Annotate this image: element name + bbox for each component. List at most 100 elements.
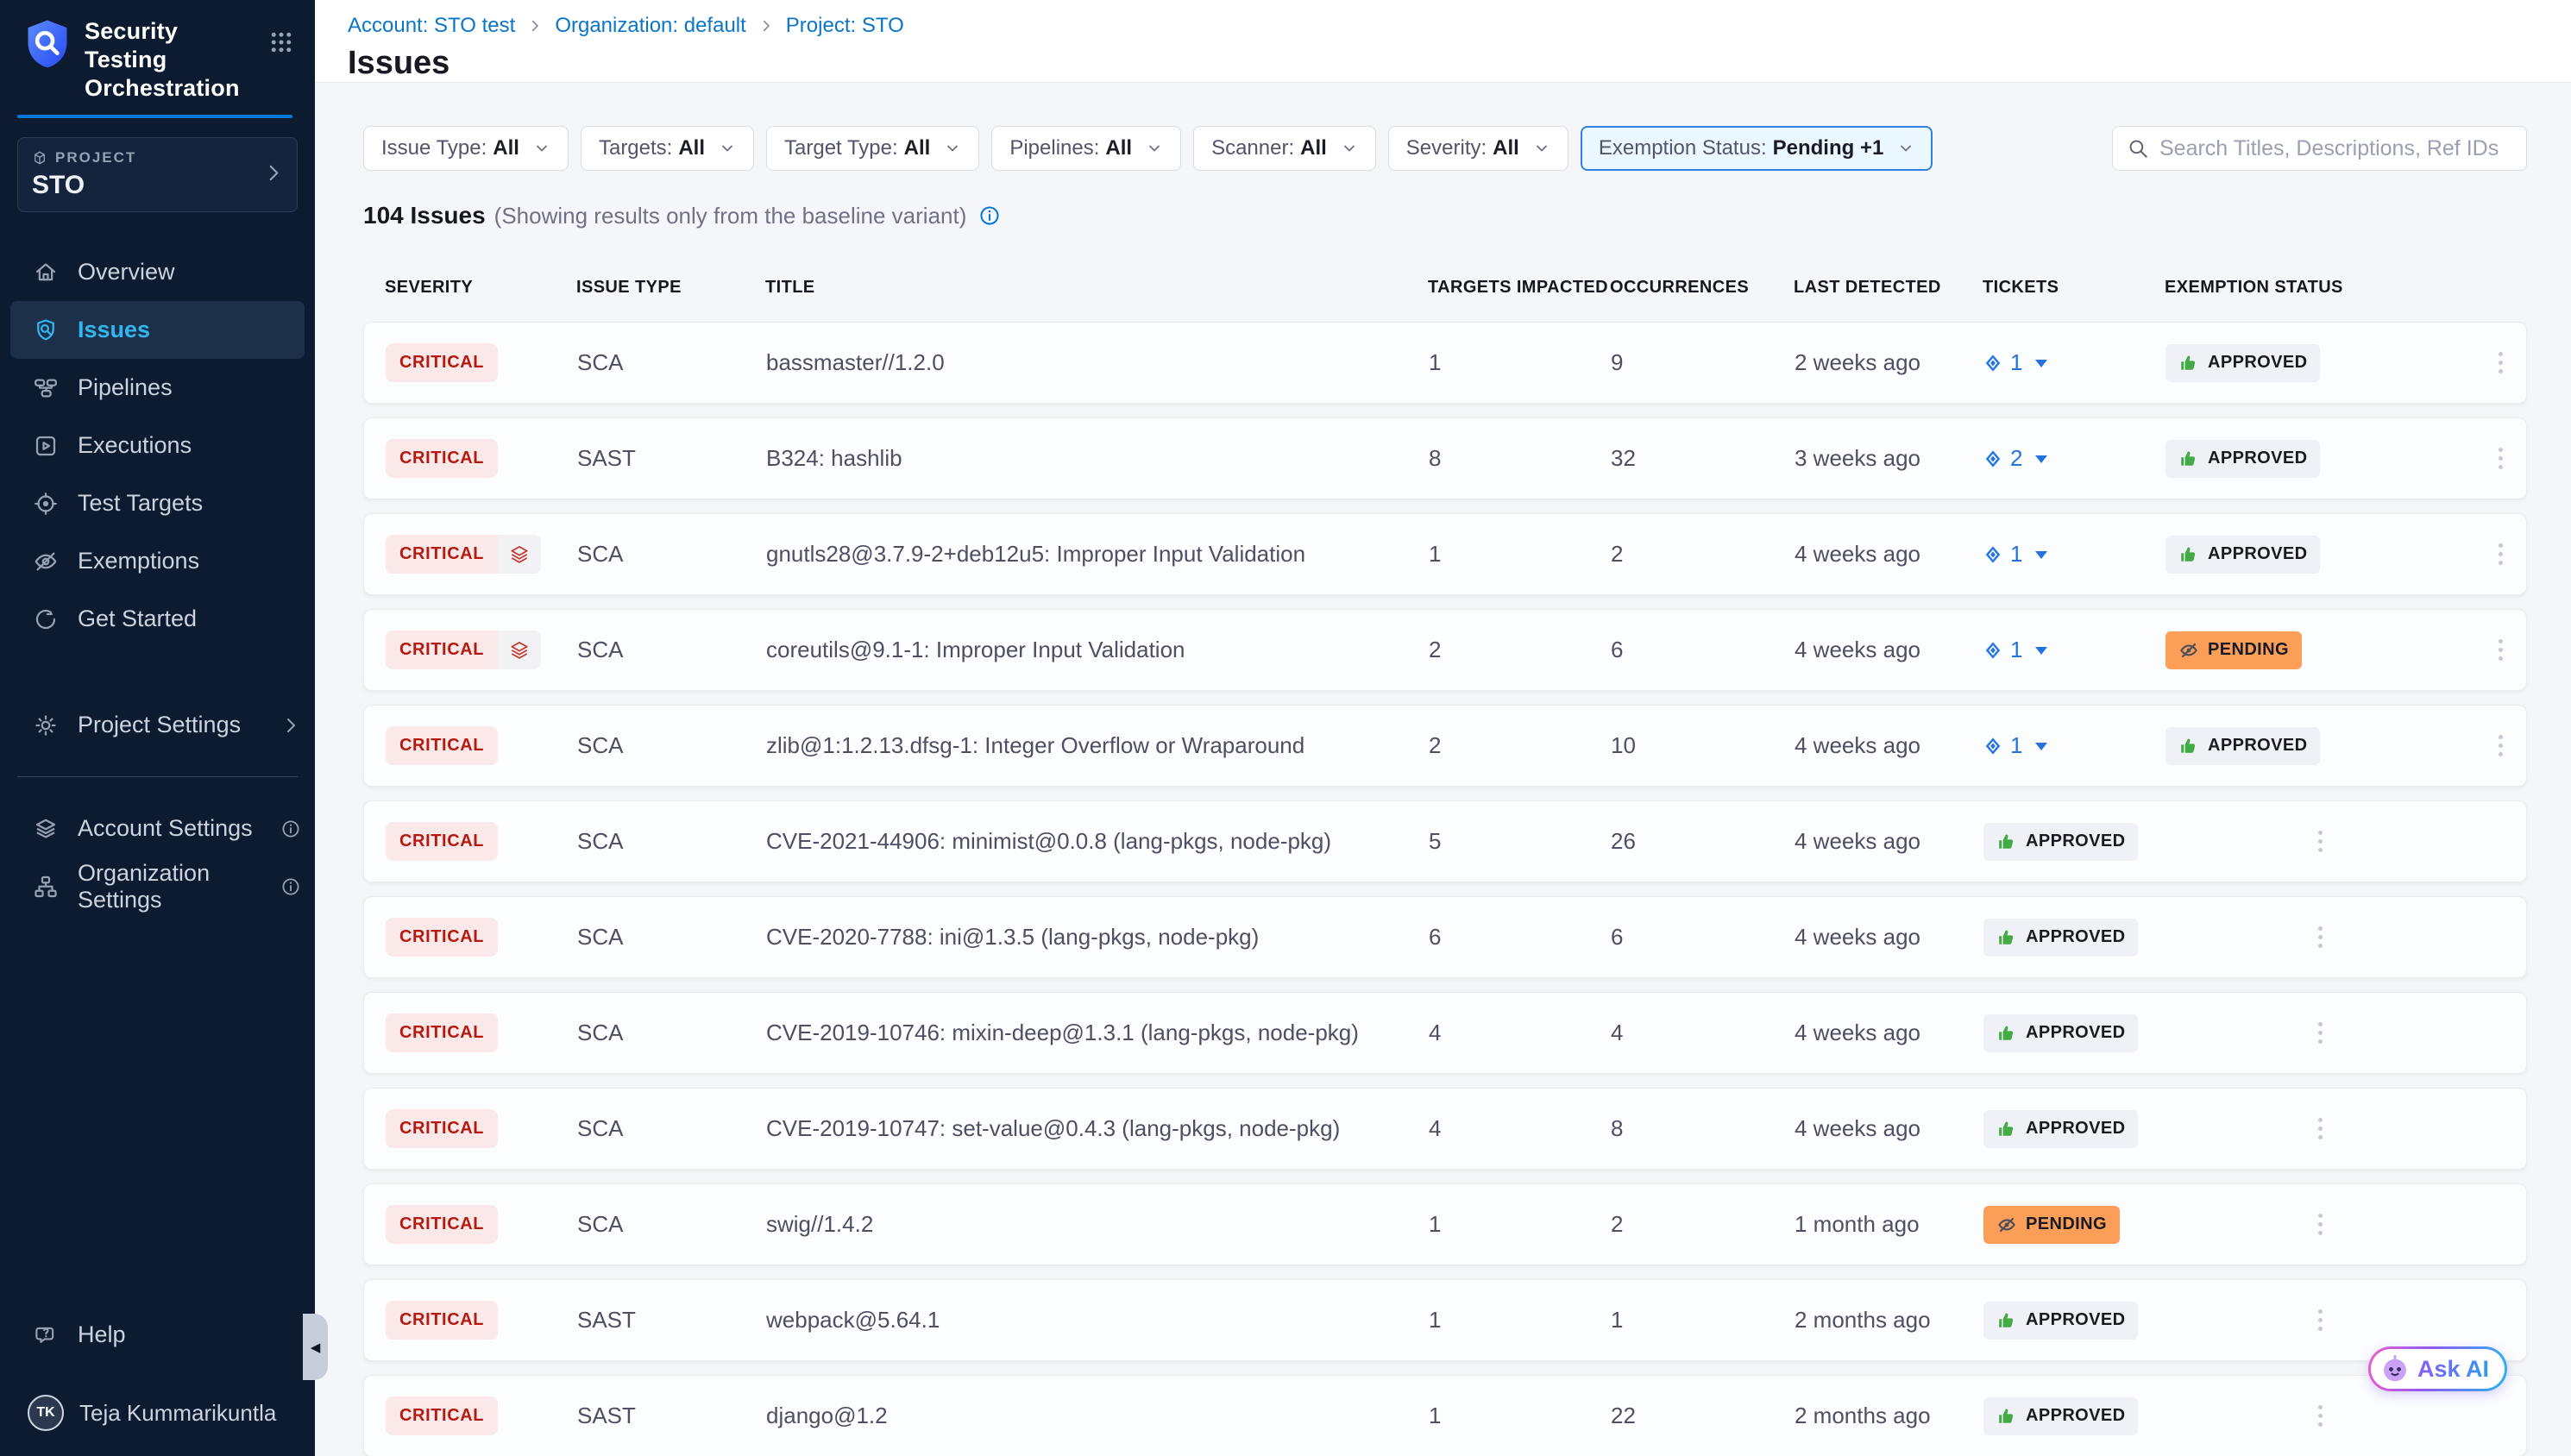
project-selector[interactable]: PROJECT STO bbox=[17, 137, 298, 212]
targets-impacted-cell: 8 bbox=[1429, 445, 1611, 472]
sidebar-header: Security Testing Orchestration bbox=[0, 0, 315, 103]
sidebar-item-organization-settings[interactable]: Organization Settings bbox=[0, 857, 315, 915]
filter-dropdown[interactable]: Target Type: All bbox=[766, 126, 979, 171]
exemption-status-label: APPROVED bbox=[2026, 927, 2125, 947]
column-header: LAST DETECTED bbox=[1794, 278, 1983, 298]
filter-dropdown[interactable]: Pipelines: All bbox=[991, 126, 1181, 171]
sidebar-collapse-handle[interactable]: ◀ bbox=[303, 1314, 328, 1380]
issue-title-cell: django@1.2 bbox=[766, 1403, 1429, 1429]
row-menu-kebab[interactable] bbox=[2311, 919, 2329, 955]
app-grid-icon[interactable] bbox=[268, 29, 294, 60]
filter-dropdown[interactable]: Targets: All bbox=[581, 126, 754, 171]
user-menu[interactable]: TK Teja Kummarikuntla bbox=[0, 1387, 315, 1439]
ticket-caret-icon[interactable] bbox=[2035, 360, 2047, 373]
chevron-right-icon bbox=[527, 18, 543, 34]
tickets-cell[interactable]: 1 bbox=[1983, 637, 2166, 663]
targets-impacted-cell: 4 bbox=[1429, 1115, 1611, 1142]
issue-row[interactable]: CRITICAL SCA CVE-2020-7788: ini@1.3.5 (l… bbox=[363, 896, 2527, 978]
issue-row[interactable]: CRITICAL SCA zlib@1:1.2.13.dfsg-1: Integ… bbox=[363, 705, 2527, 787]
info-icon[interactable] bbox=[280, 876, 301, 897]
info-icon[interactable] bbox=[280, 819, 301, 839]
thumbs-up-icon bbox=[1996, 1310, 2017, 1331]
issue-row[interactable]: CRITICAL SCA CVE-2019-10747: set-value@0… bbox=[363, 1088, 2527, 1170]
column-header: EXEMPTION STATUS bbox=[2165, 278, 2474, 298]
sidebar-item-overview[interactable]: Overview bbox=[0, 243, 315, 301]
filter-dropdown[interactable]: Issue Type: All bbox=[363, 126, 569, 171]
row-menu-kebab[interactable] bbox=[2492, 537, 2510, 572]
issue-row[interactable]: CRITICAL SCA coreutils@9.1-1: Improper I… bbox=[363, 609, 2527, 691]
layers-icon bbox=[498, 535, 541, 574]
exemption-cell: APPROVED bbox=[1983, 823, 2166, 861]
breadcrumb-account-link[interactable]: Account: STO test bbox=[348, 14, 515, 38]
filter-label: Target Type: bbox=[784, 136, 898, 160]
row-menu-kebab[interactable] bbox=[2311, 1207, 2329, 1242]
breadcrumb-project-link[interactable]: Project: STO bbox=[786, 14, 904, 38]
tickets-cell[interactable]: 1 bbox=[1983, 541, 2166, 568]
sidebar-item-get-started[interactable]: Get Started bbox=[0, 590, 315, 648]
row-menu-kebab[interactable] bbox=[2311, 1015, 2329, 1051]
filter-label: Severity: bbox=[1406, 136, 1487, 160]
help-chat-icon bbox=[33, 1322, 59, 1348]
chevron-right-icon bbox=[262, 161, 285, 188]
row-menu-kebab[interactable] bbox=[2311, 1398, 2329, 1434]
sidebar-item-help[interactable]: Help bbox=[0, 1306, 315, 1364]
sidebar-item-label: Overview bbox=[78, 259, 175, 286]
issue-row[interactable]: CRITICAL SCA CVE-2019-10746: mixin-deep@… bbox=[363, 992, 2527, 1074]
row-menu-kebab[interactable] bbox=[2311, 824, 2329, 859]
sidebar-item-test-targets[interactable]: Test Targets bbox=[0, 474, 315, 532]
ask-ai-button[interactable]: Ask AI bbox=[2368, 1346, 2507, 1391]
target-icon bbox=[33, 491, 59, 517]
gear-icon bbox=[33, 712, 59, 738]
severity-badge: CRITICAL bbox=[386, 1109, 498, 1148]
filter-label: Exemption Status: bbox=[1599, 136, 1767, 160]
tickets-cell[interactable]: 2 bbox=[1983, 445, 2166, 472]
tickets-cell[interactable]: 1 bbox=[1983, 732, 2166, 759]
issue-row[interactable]: CRITICAL SCA CVE-2021-44906: minimist@0.… bbox=[363, 800, 2527, 882]
sidebar-item-pipelines[interactable]: Pipelines bbox=[0, 359, 315, 417]
info-icon[interactable] bbox=[978, 204, 1001, 227]
filter-dropdown[interactable]: Severity: All bbox=[1388, 126, 1568, 171]
issue-row[interactable]: CRITICAL SAST django@1.2 1 22 2 months a… bbox=[363, 1375, 2527, 1456]
ticket-caret-icon[interactable] bbox=[2035, 647, 2047, 661]
targets-impacted-cell: 1 bbox=[1429, 349, 1611, 376]
ticket-caret-icon[interactable] bbox=[2035, 551, 2047, 565]
sidebar-item-executions[interactable]: Executions bbox=[0, 417, 315, 474]
search-input[interactable] bbox=[2159, 136, 2512, 161]
exemption-cell: PENDING bbox=[2166, 631, 2475, 669]
ticket-caret-icon[interactable] bbox=[2035, 455, 2047, 469]
exemption-status-label: APPROVED bbox=[2208, 736, 2307, 756]
row-menu-kebab[interactable] bbox=[2492, 632, 2510, 668]
filter-dropdown[interactable]: Exemption Status: Pending +1 bbox=[1581, 126, 1933, 171]
row-menu-kebab[interactable] bbox=[2492, 728, 2510, 763]
issue-row[interactable]: CRITICAL SCA swig//1.4.2 1 2 1 month ago… bbox=[363, 1183, 2527, 1265]
sidebar-item-issues[interactable]: Issues bbox=[10, 301, 305, 359]
row-menu-kebab[interactable] bbox=[2311, 1302, 2329, 1338]
severity-cell: CRITICAL bbox=[386, 439, 498, 478]
ticket-diamond-icon bbox=[1983, 448, 2002, 470]
occurrences-cell: 6 bbox=[1611, 924, 1795, 951]
issue-row[interactable]: CRITICAL SCA bassmaster//1.2.0 1 9 2 wee… bbox=[363, 322, 2527, 404]
row-menu-kebab[interactable] bbox=[2492, 345, 2510, 380]
issue-row[interactable]: CRITICAL SAST webpack@5.64.1 1 1 2 month… bbox=[363, 1279, 2527, 1361]
row-menu-kebab[interactable] bbox=[2492, 441, 2510, 476]
sidebar-item-project-settings[interactable]: Project Settings bbox=[0, 696, 315, 754]
exemption-status-badge: APPROVED bbox=[1983, 1302, 2138, 1340]
tickets-cell[interactable]: 1 bbox=[1983, 349, 2166, 376]
ticket-caret-icon[interactable] bbox=[2035, 743, 2047, 756]
occurrences-cell: 2 bbox=[1611, 541, 1795, 568]
exemption-status-badge: APPROVED bbox=[2166, 727, 2320, 765]
issue-row[interactable]: CRITICAL SCA gnutls28@3.7.9-2+deb12u5: I… bbox=[363, 513, 2527, 595]
sidebar-item-exemptions[interactable]: Exemptions bbox=[0, 532, 315, 590]
module-accent-bar bbox=[17, 115, 292, 118]
issue-row[interactable]: CRITICAL SAST B324: hashlib 8 32 3 weeks… bbox=[363, 417, 2527, 499]
sidebar-item-account-settings[interactable]: Account Settings bbox=[0, 800, 315, 857]
project-label: PROJECT bbox=[55, 149, 136, 166]
breadcrumb-org-link[interactable]: Organization: default bbox=[555, 14, 745, 38]
sidebar-item-label: Organization Settings bbox=[78, 860, 261, 913]
row-menu-kebab[interactable] bbox=[2311, 1111, 2329, 1146]
last-detected-cell: 2 months ago bbox=[1795, 1403, 1983, 1429]
severity-cell: CRITICAL bbox=[386, 343, 498, 382]
issue-type-cell: SCA bbox=[577, 1020, 766, 1046]
search-box bbox=[2112, 126, 2527, 171]
filter-dropdown[interactable]: Scanner: All bbox=[1193, 126, 1376, 171]
